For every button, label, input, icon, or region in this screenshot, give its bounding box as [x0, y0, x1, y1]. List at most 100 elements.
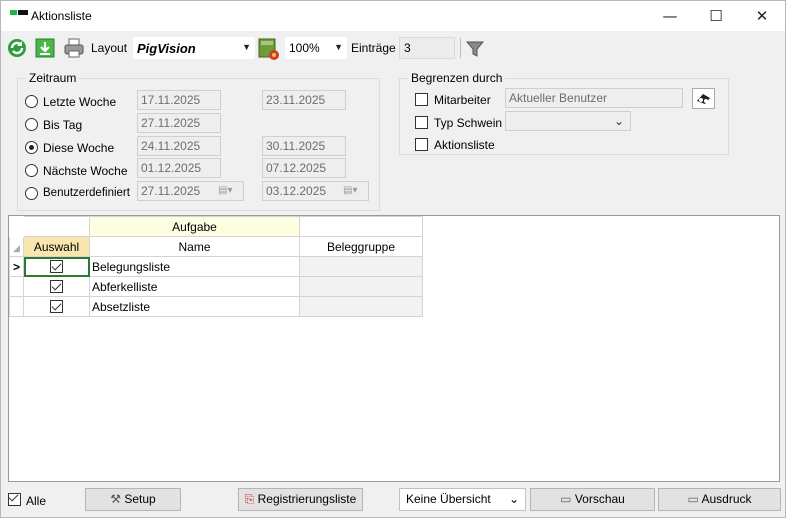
label-benutzerdefiniert: Benutzerdefiniert	[43, 187, 130, 199]
row-beleggruppe	[299, 256, 423, 277]
naechste-woche-to: 07.12.2025	[262, 158, 346, 178]
row-name: Belegungsliste	[89, 256, 300, 277]
label-letzte-woche: Letzte Woche	[43, 95, 117, 109]
calendar-icon[interactable]: ▤▾	[218, 185, 240, 197]
mitarbeiter-field: Aktueller Benutzer	[505, 88, 683, 108]
row-name: Absetzliste	[89, 296, 300, 317]
chevron-down-icon: ▼	[242, 42, 251, 52]
entries-label: Einträge	[351, 41, 396, 55]
label-bis-tag: Bis Tag	[43, 118, 83, 132]
typ-schwein-label: Typ Schwein	[434, 116, 503, 130]
register-icon: ⎘	[244, 492, 255, 506]
close-button[interactable]: ✕	[739, 1, 785, 31]
benutzerdefiniert-to-value: 03.12.2025	[266, 184, 327, 198]
row-header	[9, 276, 24, 297]
chevron-down-icon: ⌄	[508, 492, 519, 506]
pick-user-button[interactable]	[692, 88, 715, 109]
layout-value: PigVision	[137, 41, 196, 56]
column-header-auswahl[interactable]: Auswahl	[23, 236, 90, 257]
setup-label: Setup	[124, 492, 156, 506]
current-row-indicator: >	[9, 256, 24, 277]
calendar-icon[interactable]: ▤▾	[343, 185, 365, 197]
radio-bis-tag[interactable]	[25, 118, 38, 131]
ausdruck-label: Ausdruck	[701, 492, 752, 506]
table-row[interactable]: > Belegungsliste	[9, 256, 423, 277]
benutzerdefiniert-to[interactable]: 03.12.2025 ▤▾	[262, 181, 369, 201]
typ-schwein-select[interactable]: ⌄	[505, 111, 631, 131]
row-beleggruppe	[299, 276, 423, 297]
chevron-down-icon: ▼	[334, 42, 343, 52]
export-icon[interactable]	[34, 37, 56, 62]
alle-checkbox[interactable]	[8, 493, 21, 506]
toolbar-divider	[460, 38, 461, 58]
minimize-button[interactable]: —	[647, 1, 693, 31]
column-header-beleggruppe[interactable]: Beleggruppe	[299, 236, 423, 257]
chevron-down-icon: ⌄	[613, 114, 624, 128]
radio-benutzerdefiniert[interactable]	[25, 187, 38, 200]
aufgabe-group-header: Aufgabe	[89, 216, 300, 237]
task-table: Aufgabe ◢ Auswahl Name Beleggruppe > Bel…	[9, 216, 423, 317]
row-header-corner: ◢	[9, 236, 24, 257]
letzte-woche-from: 17.11.2025	[137, 90, 221, 110]
row-checkbox[interactable]	[23, 296, 90, 317]
typ-schwein-checkbox[interactable]	[415, 116, 428, 129]
glasses-icon	[697, 94, 710, 104]
radio-diese-woche[interactable]	[25, 141, 38, 154]
main-window: Aktionsliste — ☐ ✕ Layout PigVision ▼ 10…	[0, 0, 786, 518]
print-icon: ▭	[687, 492, 699, 506]
group-header-row: Aufgabe	[9, 216, 423, 237]
aktionsliste-label: Aktionsliste	[434, 138, 495, 152]
letzte-woche-to: 23.11.2025	[262, 90, 346, 110]
entries-count: 3	[399, 37, 455, 59]
app-icon	[10, 10, 28, 17]
row-checkbox[interactable]	[23, 256, 90, 277]
vorschau-label: Vorschau	[574, 492, 625, 506]
row-beleggruppe	[299, 296, 423, 317]
label-naechste-woche: Nächste Woche	[43, 164, 128, 178]
checkbox-checked-icon	[50, 279, 63, 293]
maximize-button[interactable]: ☐	[693, 1, 739, 31]
row-header	[9, 296, 24, 317]
radio-letzte-woche[interactable]	[25, 95, 38, 108]
layout-settings-icon[interactable]	[257, 37, 281, 64]
alle-label: Alle	[26, 494, 47, 508]
row-name: Abferkelliste	[89, 276, 300, 297]
setup-button[interactable]: ⚒ Setup	[85, 488, 181, 511]
radio-naechste-woche[interactable]	[25, 164, 38, 177]
overview-value: Keine Übersicht	[406, 492, 491, 506]
benutzerdefiniert-from-value: 27.11.2025	[141, 184, 201, 198]
registrierungsliste-label: Registrierungsliste	[257, 492, 357, 506]
title-bar: Aktionsliste — ☐ ✕	[1, 1, 785, 31]
zoom-select[interactable]: 100% ▼	[285, 37, 347, 59]
preview-print-icon: ▭	[560, 492, 572, 506]
checkbox-checked-icon	[50, 299, 63, 313]
begrenzen-title: Begrenzen durch	[408, 71, 506, 85]
diese-woche-from: 24.11.2025	[137, 136, 221, 156]
aktionsliste-checkbox[interactable]	[415, 138, 428, 151]
wrench-icon: ⚒	[110, 492, 122, 506]
toolbar: Layout PigVision ▼ 100% ▼ Einträge 3	[1, 34, 785, 62]
zeitraum-title: Zeitraum	[26, 71, 80, 85]
row-checkbox[interactable]	[23, 276, 90, 297]
overview-select[interactable]: Keine Übersicht ⌄	[399, 488, 526, 511]
mitarbeiter-label: Mitarbeiter	[434, 93, 491, 107]
checkbox-checked-icon	[50, 259, 63, 273]
task-grid: Aufgabe ◢ Auswahl Name Beleggruppe > Bel…	[8, 215, 780, 482]
vorschau-button[interactable]: ▭ Vorschau	[530, 488, 655, 511]
ausdruck-button[interactable]: ▭ Ausdruck	[658, 488, 781, 511]
registrierungsliste-button[interactable]: ⎘ Registrierungsliste	[238, 488, 363, 511]
print-icon[interactable]	[63, 37, 85, 62]
checkbox-checked-icon	[8, 492, 21, 505]
label-diese-woche: Diese Woche	[43, 141, 115, 155]
column-header-name[interactable]: Name	[89, 236, 300, 257]
filter-icon[interactable]	[465, 39, 485, 62]
table-row[interactable]: Absetzliste	[9, 296, 423, 317]
table-row[interactable]: Abferkelliste	[9, 276, 423, 297]
group-header-spacer	[23, 216, 90, 237]
benutzerdefiniert-from[interactable]: 27.11.2025 ▤▾	[137, 181, 244, 201]
refresh-icon[interactable]	[6, 37, 28, 62]
zoom-value: 100%	[289, 41, 320, 55]
layout-select[interactable]: PigVision ▼	[133, 37, 255, 59]
bis-tag-date: 27.11.2025	[137, 113, 221, 133]
mitarbeiter-checkbox[interactable]	[415, 93, 428, 106]
